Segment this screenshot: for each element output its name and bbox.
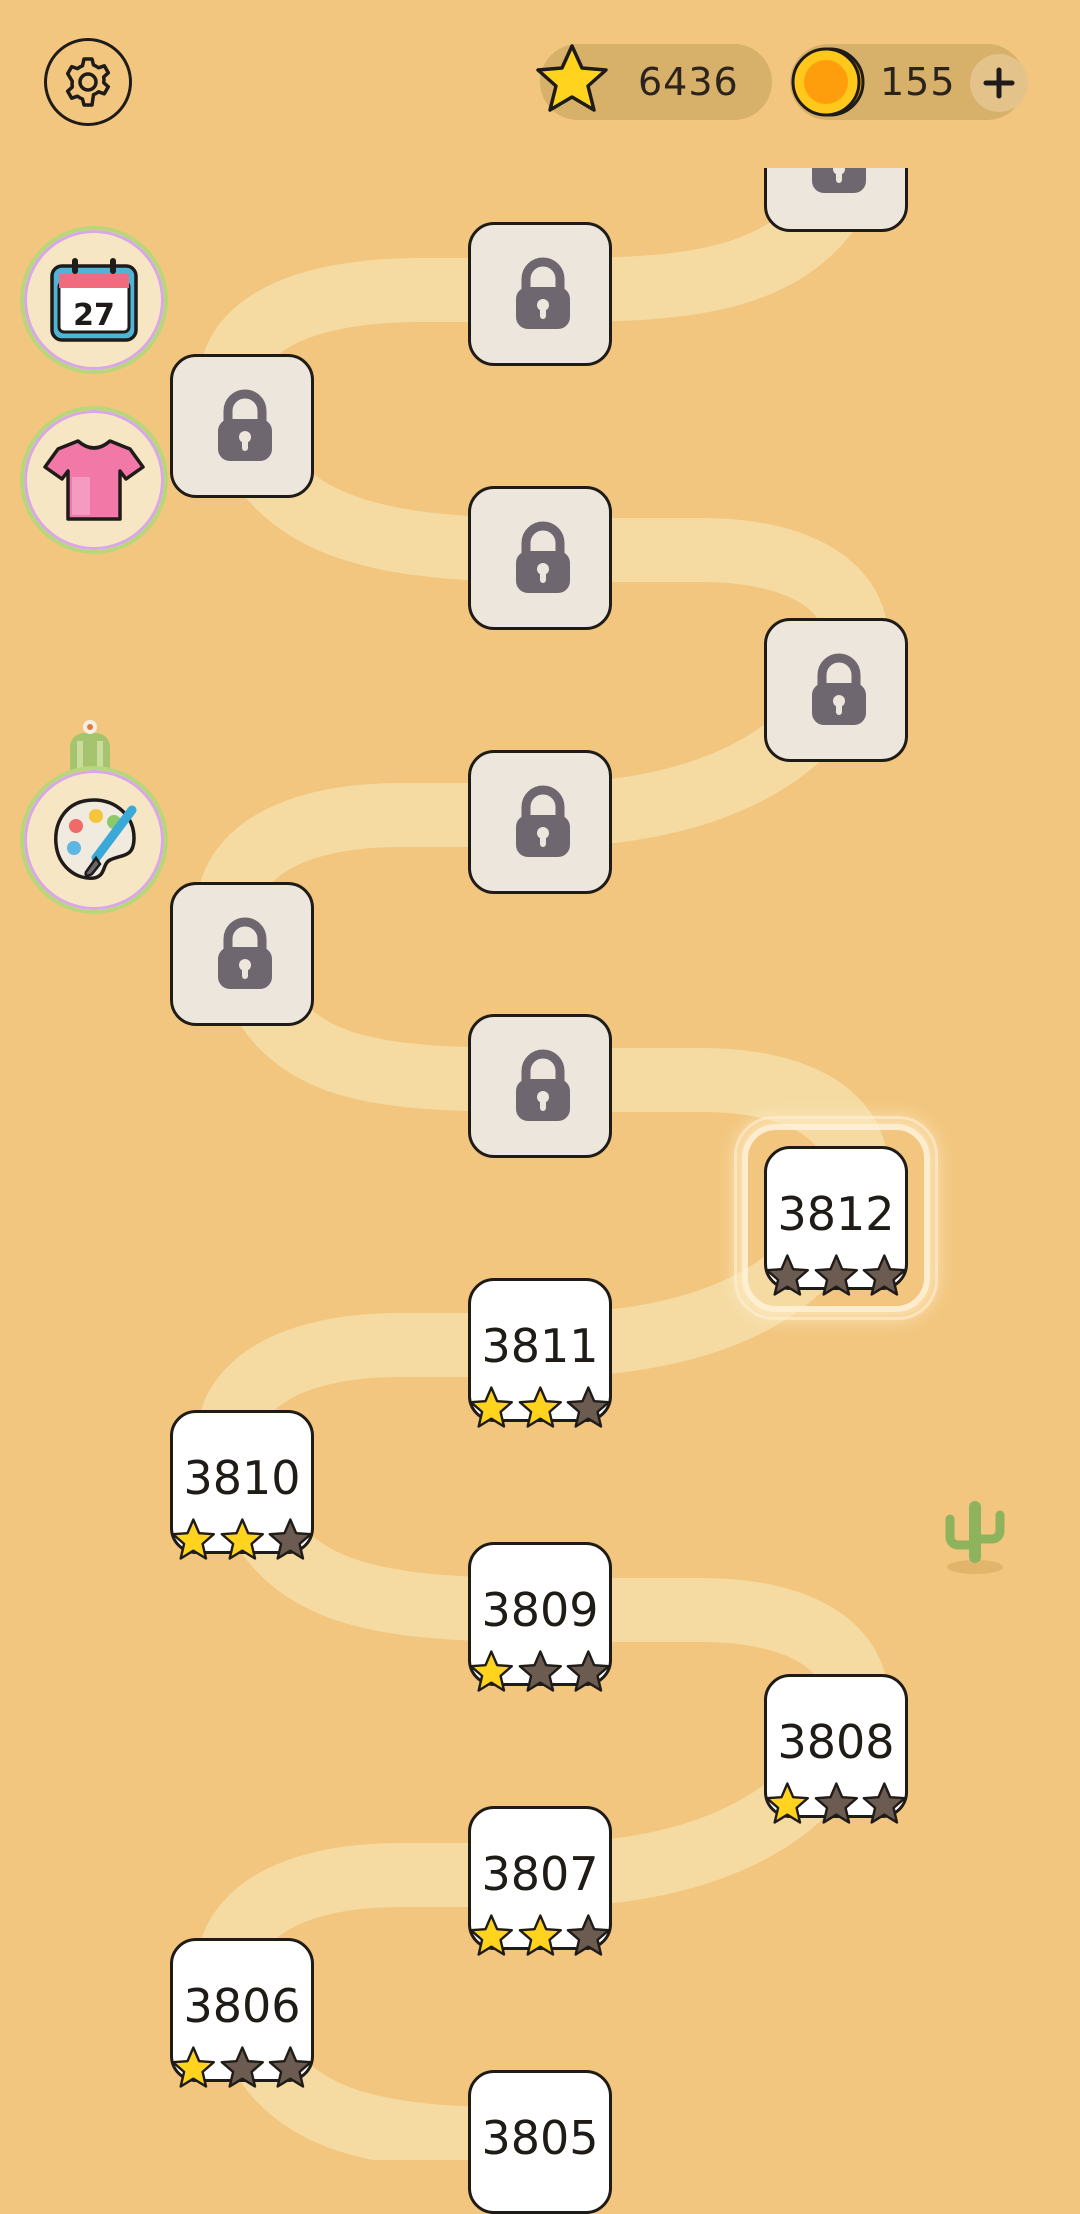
settings-button[interactable] (44, 38, 132, 126)
level-stars (763, 1779, 909, 1829)
plus-icon (983, 67, 1015, 99)
level-tile-3806[interactable]: 3806 (170, 1938, 314, 2088)
level-number: 3812 (777, 1187, 895, 1241)
level-tile-3809[interactable]: 3809 (468, 1542, 612, 1692)
star-filled-icon (518, 1386, 562, 1428)
level-stars (763, 1251, 909, 1301)
star-empty-icon (765, 1254, 809, 1296)
locked-level-tile[interactable] (764, 618, 908, 762)
level-tile-3810[interactable]: 3810 (170, 1410, 314, 1560)
level-number: 3808 (777, 1715, 895, 1769)
level-tile-3812[interactable]: 3812 (764, 1146, 908, 1296)
level-stars (169, 1515, 315, 1565)
stars-value: 6436 (638, 60, 739, 104)
level-number: 3805 (481, 2111, 599, 2165)
level-tile-3807[interactable]: 3807 (468, 1806, 612, 1956)
level-number: 3807 (481, 1847, 599, 1901)
star-empty-icon (567, 1914, 611, 1956)
level-stars (467, 1911, 613, 1961)
daily-calendar-button[interactable]: 27 (20, 226, 168, 374)
lock-icon (516, 257, 570, 329)
locked-level-tile[interactable] (170, 882, 314, 1026)
star-filled-icon (765, 1782, 809, 1824)
level-tile-3811[interactable]: 3811 (468, 1278, 612, 1428)
calendar-day: 27 (73, 298, 115, 333)
star-icon (536, 44, 608, 112)
paint-palette-button[interactable] (20, 766, 168, 914)
level-tile-3808[interactable]: 3808 (764, 1674, 908, 1824)
level-stars (467, 1383, 613, 1433)
palette-icon (54, 798, 137, 880)
star-empty-icon (518, 1650, 562, 1692)
star-filled-icon (518, 1914, 562, 1956)
level-number: 3810 (183, 1451, 301, 1505)
level-number: 3811 (481, 1319, 599, 1373)
star-empty-icon (863, 1782, 907, 1824)
star-filled-icon (171, 1518, 215, 1560)
gear-icon (65, 57, 111, 107)
star-filled-icon (220, 1518, 264, 1560)
star-empty-icon (567, 1650, 611, 1692)
star-empty-icon (814, 1254, 858, 1296)
coins-value: 155 (880, 60, 956, 104)
lock-icon (218, 389, 272, 461)
locked-level-tile[interactable] (468, 222, 612, 366)
level-stars (467, 1647, 613, 1697)
star-empty-icon (220, 2046, 264, 2088)
lock-icon (218, 917, 272, 989)
star-empty-icon (567, 1386, 611, 1428)
shop-shirt-button[interactable] (20, 406, 168, 554)
lock-icon (812, 653, 866, 725)
coin-icon (791, 47, 865, 117)
locked-level-tile[interactable] (468, 1014, 612, 1158)
level-number: 3809 (481, 1583, 599, 1637)
star-empty-icon (269, 2046, 313, 2088)
add-coins-button[interactable] (970, 54, 1028, 112)
star-empty-icon (863, 1254, 907, 1296)
shirt-icon (43, 439, 145, 521)
level-number: 3806 (183, 1979, 301, 2033)
locked-level-tile[interactable] (170, 354, 314, 498)
star-filled-icon (171, 2046, 215, 2088)
level-tile-3805[interactable]: 3805 (468, 2070, 612, 2214)
locked-level-tile[interactable] (468, 486, 612, 630)
cactus-icon (945, 1501, 1005, 1574)
level-stars (169, 2043, 315, 2093)
locked-level-tile[interactable] (468, 750, 612, 894)
lock-icon (516, 1049, 570, 1121)
star-empty-icon (814, 1782, 858, 1824)
lock-icon (516, 521, 570, 593)
star-filled-icon (469, 1386, 513, 1428)
star-filled-icon (469, 1650, 513, 1692)
star-filled-icon (469, 1914, 513, 1956)
star-empty-icon (269, 1518, 313, 1560)
lock-icon (516, 785, 570, 857)
